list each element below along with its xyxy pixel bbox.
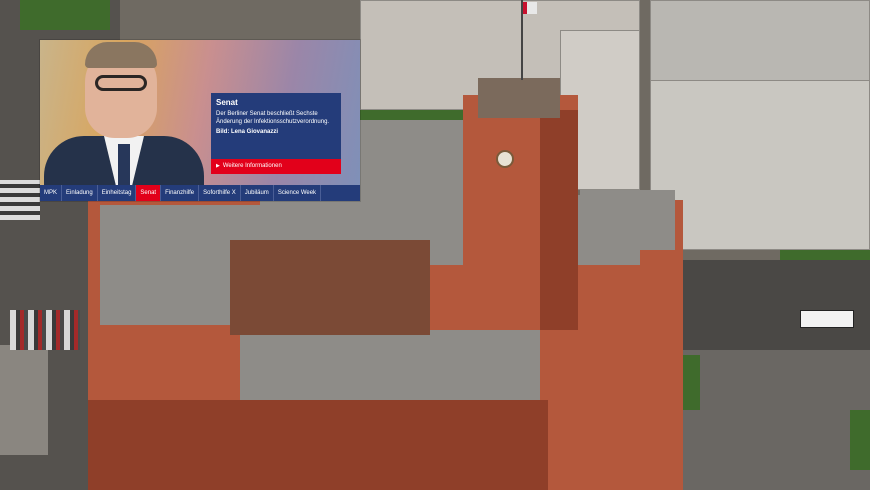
triangle-right-icon: ▶ (216, 163, 220, 169)
clock-tower-top (478, 78, 560, 118)
parked-cars-top (0, 180, 40, 220)
teaser-title: Senat (216, 98, 238, 107)
portrait-glasses (95, 75, 147, 91)
teaser-tab-bar: MPK Einladung Einheitstag Senat Finanzhi… (40, 185, 360, 201)
bus (800, 310, 854, 328)
parked-cars (10, 310, 80, 350)
clock-face (496, 150, 514, 168)
tab-science-week[interactable]: Science Week (274, 185, 322, 201)
teaser-widget: Senat Der Berliner Senat beschließt Sech… (40, 40, 360, 201)
tab-soforthilfe-x[interactable]: Soforthilfe X (199, 185, 241, 201)
tab-einladung[interactable]: Einladung (62, 185, 98, 201)
clock-tower-shade (540, 110, 578, 330)
tab-mpk[interactable]: MPK (40, 185, 63, 201)
flag (523, 2, 537, 14)
building-right (650, 80, 870, 250)
town-hall-roof-right (580, 190, 675, 250)
tab-senat[interactable]: Senat (136, 185, 162, 201)
tab-einheitstag[interactable]: Einheitstag (98, 185, 137, 201)
town-hall-roof-front (240, 330, 540, 400)
building-bottom-left (0, 345, 48, 455)
town-hall-roof-upper (360, 120, 470, 200)
park-top-left (20, 0, 110, 30)
portrait-tie (118, 144, 130, 185)
portrait-hair (85, 42, 157, 68)
teaser-image[interactable]: Senat Der Berliner Senat beschließt Sech… (40, 40, 360, 185)
tab-finanzhilfe[interactable]: Finanzhilfe (161, 185, 200, 201)
teaser-credit: Bild: Lena Giovanazzi (216, 129, 279, 135)
inner-courtyard (230, 240, 430, 335)
teaser-info-box: Senat Der Berliner Senat beschließt Sech… (211, 93, 341, 174)
trees-bottom-right (850, 410, 870, 470)
tab-jubilaeum[interactable]: Jubiläum (241, 185, 274, 201)
teaser-text: Der Berliner Senat beschließt Sechste Än… (216, 111, 330, 125)
more-info-label: Weitere Informationen (222, 163, 282, 169)
facade-shadow (88, 400, 548, 490)
more-info-link[interactable]: ▶ Weitere Informationen (211, 159, 341, 174)
